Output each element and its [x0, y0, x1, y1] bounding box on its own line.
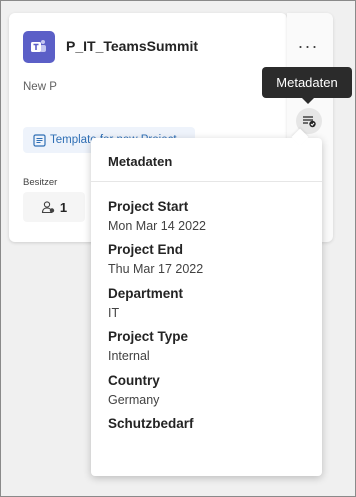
owner-count-chip[interactable]: 1 [23, 192, 85, 222]
field-project-start: Project Start Mon Mar 14 2022 [108, 199, 206, 234]
field-label: Project Type [108, 329, 189, 344]
field-value: IT [108, 306, 120, 320]
field-department: Department IT [108, 286, 183, 321]
field-value: Internal [108, 349, 150, 363]
team-title[interactable]: P_IT_TeamsSummit [66, 38, 198, 54]
teams-icon [23, 31, 55, 63]
field-value: Germany [108, 393, 160, 407]
document-icon [33, 133, 46, 147]
field-project-type: Project Type Internal [108, 329, 188, 364]
field-country: Country Germany [108, 373, 160, 408]
more-options-button[interactable]: ··· [295, 33, 321, 59]
metadata-popover: Metadaten Project Start Mon Mar 14 2022 … [91, 138, 322, 476]
owner-label: Besitzer [23, 177, 58, 188]
field-label: Country [108, 373, 160, 388]
field-label: Project End [108, 242, 184, 257]
popover-divider [91, 181, 322, 182]
field-schutzbedarf: Schutzbedarf [108, 416, 194, 435]
metadata-list-icon [302, 115, 316, 127]
popover-title: Metadaten [108, 154, 173, 169]
team-description: New P [23, 81, 57, 93]
field-value: Thu Mar 17 2022 [108, 262, 204, 276]
field-label: Project Start [108, 199, 189, 214]
owner-count: 1 [59, 199, 68, 215]
field-label: Schutzbedarf [108, 416, 194, 431]
field-project-end: Project End Thu Mar 17 2022 [108, 242, 203, 277]
field-label: Department [108, 286, 184, 301]
field-value: Mon Mar 14 2022 [108, 219, 206, 233]
person-icon [41, 201, 55, 214]
metadata-tooltip: Metadaten [262, 67, 352, 104]
